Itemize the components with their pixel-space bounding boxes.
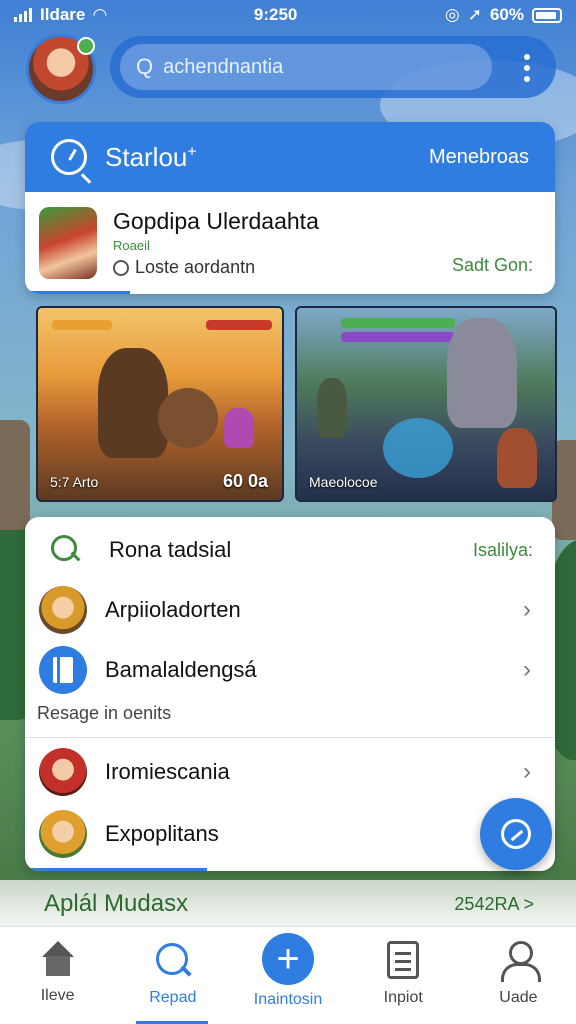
profile-avatar[interactable]	[26, 34, 96, 104]
bottom-strip: Aplál Mudasx 2542RA >	[0, 880, 576, 928]
nav-label: Repad	[149, 989, 197, 1006]
screenshot-1-caption-left: 5:7 Arto	[50, 474, 99, 490]
more-options-icon[interactable]	[522, 54, 532, 82]
list-item-label: Iromiescania	[105, 759, 230, 784]
game-action-link[interactable]: Sadt Gon:	[452, 255, 533, 276]
search-icon	[154, 941, 192, 979]
search-icon: Q	[136, 54, 154, 79]
online-indicator	[77, 37, 95, 55]
bottom-strip-link[interactable]: 2542RA >	[454, 894, 534, 915]
nav-profile[interactable]: Uade	[461, 927, 576, 1024]
nav-reports[interactable]: Inpiot	[346, 927, 461, 1024]
wifi-icon: ◠	[93, 5, 107, 24]
battery-icon	[531, 7, 562, 23]
nav-home[interactable]: Ileve	[0, 927, 115, 1024]
search-input[interactable]: Q achendnantia	[120, 44, 492, 90]
search-icon	[51, 535, 81, 565]
featured-header: Starlou+ Menebroas	[25, 122, 555, 192]
nav-search[interactable]: Repad	[115, 927, 230, 1024]
chevron-right-icon: ›	[523, 758, 531, 785]
floating-action-button[interactable]	[480, 798, 552, 870]
book-icon	[39, 646, 87, 694]
list-item[interactable]: Arpiioladorten ›	[25, 581, 555, 639]
bottom-nav: Ileve Repad + Inaintosin Inpiot Uade	[0, 926, 576, 1024]
list-item[interactable]: Bamalaldengsá ›	[25, 641, 555, 699]
list-search-label: Rona tadsial	[109, 537, 232, 562]
carrier-name: Ildare	[40, 5, 86, 24]
avatar	[39, 586, 87, 634]
list-search-action[interactable]: Isalilya:	[473, 540, 533, 561]
status-time: 9:250	[253, 5, 298, 24]
user-icon	[499, 941, 542, 982]
game-tag: Roaeil	[113, 238, 150, 253]
nav-label: Inaintosin	[253, 991, 323, 1008]
battery-percent: 60%	[489, 5, 524, 24]
list-item[interactable]: Expoplitans	[25, 805, 555, 863]
featured-link[interactable]: Menebroas	[429, 146, 529, 169]
location-icon: ➚	[467, 5, 482, 24]
signal-icon	[14, 8, 32, 22]
chevron-right-icon: ›	[523, 656, 531, 683]
game-icon	[39, 207, 97, 279]
screenshot-2-caption: Maeolocoe	[309, 474, 378, 490]
search-placeholder: achendnantia	[163, 55, 284, 78]
nav-label: Ileve	[40, 987, 75, 1004]
radio-icon[interactable]	[113, 259, 129, 276]
list-item[interactable]: Iromiescania ›	[25, 743, 555, 801]
screenshot-1[interactable]: 5:7 Arto 60 0a	[36, 306, 284, 502]
list-item-label: Expoplitans	[105, 821, 219, 846]
featured-card: Starlou+ Menebroas Gopdipa Ulerdaahta Ro…	[25, 122, 555, 294]
featured-title: Starlou+	[105, 141, 197, 172]
document-icon	[387, 941, 420, 979]
status-bar: Ildare ◠ 9:250 ◎ ➚ 60%	[0, 0, 576, 30]
list-panel: Rona tadsial Isalilya: Arpiioladorten › …	[25, 517, 555, 871]
nav-label: Inpiot	[383, 989, 423, 1006]
rotation-lock-icon: ◎	[444, 5, 460, 24]
featured-game-row[interactable]: Gopdipa Ulerdaahta Roaeil Loste aordantn…	[25, 192, 555, 294]
list-search-row[interactable]: Rona tadsial Isalilya:	[25, 521, 555, 579]
game-name: Gopdipa Ulerdaahta	[113, 208, 319, 234]
nav-add[interactable]: + Inaintosin	[230, 927, 345, 1024]
bottom-strip-title: Aplál Mudasx	[44, 890, 189, 917]
chevron-right-icon: ›	[523, 596, 531, 623]
compass-icon	[501, 819, 531, 849]
screenshot-1-caption-right: 60 0a	[222, 471, 268, 491]
home-icon	[39, 941, 77, 977]
avatar	[39, 748, 87, 796]
screenshot-2[interactable]: Maeolocoe	[295, 306, 557, 502]
list-item-label: Arpiioladorten	[105, 597, 241, 622]
clock-search-icon	[51, 139, 87, 175]
divider	[25, 737, 555, 738]
game-status: Loste aordantn	[113, 257, 319, 278]
plus-icon: +	[262, 933, 314, 985]
list-item-label: Bamalaldengsá	[105, 657, 257, 682]
avatar	[39, 810, 87, 858]
nav-label: Uade	[499, 989, 538, 1006]
section-note: Resage in oenits	[37, 703, 172, 723]
panel-progress-bar	[25, 868, 207, 871]
featured-progress-bar	[25, 291, 130, 294]
search-bar[interactable]: Q achendnantia	[110, 36, 556, 98]
